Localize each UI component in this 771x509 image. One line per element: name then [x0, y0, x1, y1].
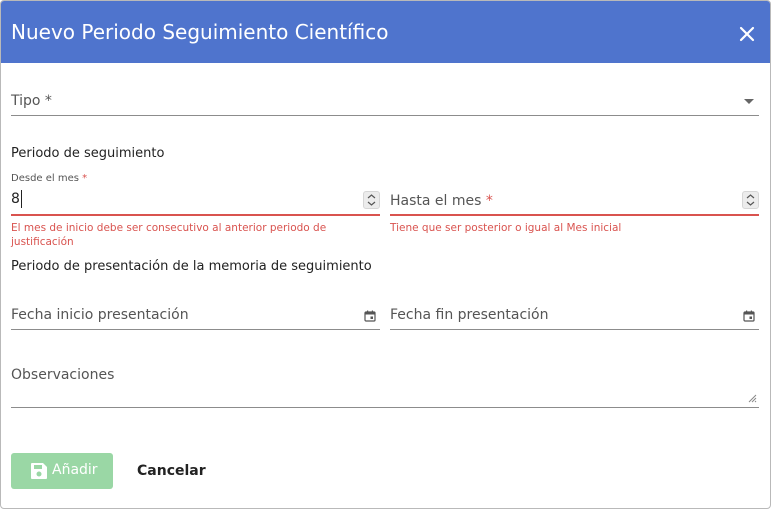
tipo-select[interactable]: Tipo *: [11, 87, 759, 117]
calendar-icon[interactable]: [743, 310, 755, 322]
fecha-inicio-field[interactable]: Fecha inicio presentación: [11, 301, 380, 331]
desde-mes-value[interactable]: 8: [11, 191, 20, 207]
periodo-seguimiento-title: Periodo de seguimiento: [11, 146, 165, 161]
cancel-button[interactable]: Cancelar: [137, 463, 206, 479]
text-cursor: [21, 190, 22, 208]
desde-mes-error: El mes de inicio debe ser consecutivo al…: [11, 222, 327, 248]
fecha-fin-underline: [390, 329, 759, 330]
calendar-icon[interactable]: [364, 310, 376, 322]
desde-mes-label: Desde el mes *: [11, 173, 88, 184]
fecha-inicio-underline: [11, 329, 380, 330]
resize-handle-icon[interactable]: [748, 394, 757, 403]
hasta-mes-label: Hasta el mes *: [390, 193, 493, 209]
observaciones-label: Observaciones: [11, 367, 115, 383]
hasta-mes-field[interactable]: Hasta el mes *: [390, 173, 759, 218]
stepper-arrows-icon: [746, 194, 755, 206]
observaciones-underline: [11, 407, 759, 408]
chevron-down-icon: [744, 99, 754, 104]
tipo-label: Tipo *: [11, 93, 52, 109]
fecha-fin-label: Fecha fin presentación: [390, 307, 549, 323]
desde-mes-underline: [11, 214, 380, 216]
stepper-arrows-icon: [367, 194, 376, 206]
close-icon[interactable]: [739, 26, 755, 42]
dialog-title: Nuevo Periodo Seguimiento Científico: [11, 20, 389, 44]
desde-mes-stepper[interactable]: [363, 191, 380, 209]
fecha-fin-field[interactable]: Fecha fin presentación: [390, 301, 759, 331]
hasta-mes-underline: [390, 214, 759, 216]
hasta-mes-stepper[interactable]: [742, 191, 759, 209]
dialog: Nuevo Periodo Seguimiento Científico Tip…: [0, 0, 771, 509]
add-button[interactable]: Añadir: [11, 453, 113, 489]
fecha-inicio-label: Fecha inicio presentación: [11, 307, 189, 323]
desde-mes-field[interactable]: Desde el mes * 8: [11, 173, 380, 218]
add-button-label: Añadir: [52, 462, 98, 478]
presentacion-title: Periodo de presentación de la memoria de…: [11, 259, 372, 274]
save-icon: [31, 463, 47, 479]
observaciones-textarea[interactable]: Observaciones: [11, 361, 759, 409]
dialog-header: Nuevo Periodo Seguimiento Científico: [1, 1, 770, 63]
tipo-underline: [11, 115, 759, 116]
hasta-mes-error: Tiene que ser posterior o igual al Mes i…: [390, 222, 622, 234]
